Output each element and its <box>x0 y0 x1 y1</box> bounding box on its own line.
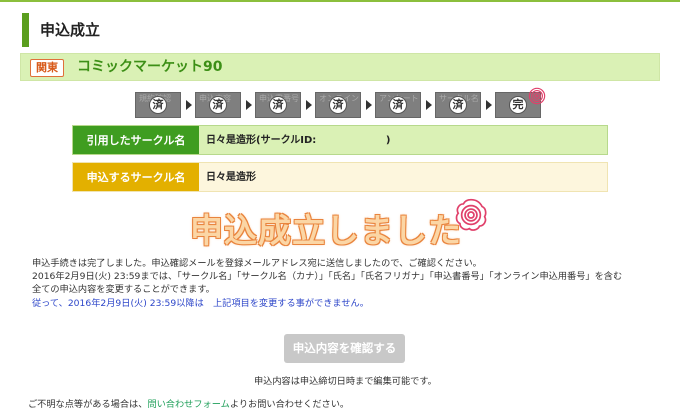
step-arrow-icon <box>186 100 192 110</box>
step-6: サークル名済 <box>435 92 481 118</box>
message-line-2: 2016年2月9日(火) 23:59までは、「サークル名」「サークル名（カナ）」… <box>32 271 623 282</box>
deadline-notice: 従って、2016年2月9日(火) 23:59以降は 上記項目を変更する事ができま… <box>32 298 369 309</box>
step-2-seal: 済 <box>209 96 227 114</box>
step-arrow-icon <box>366 100 372 110</box>
step-2: 申込内容済 <box>195 92 241 118</box>
event-name: コミックマーケット90 <box>77 59 223 75</box>
step-arrow-icon <box>246 100 252 110</box>
progress-steps: 規約確認済 申込内容済 申込書番号済 オンライン申込済 アンケート済 サークル名… <box>135 87 555 120</box>
step-3: 申込書番号済 <box>255 92 301 118</box>
event-bar: 関東 コミックマーケット90 <box>20 53 660 81</box>
flower-stamp-icon <box>528 87 546 105</box>
contact-text-after: よりお問い合わせください。 <box>229 399 350 410</box>
edit-note: 申込内容は申込締切日時まで編集可能です。 <box>254 376 437 387</box>
quoted-circle-label: 引用したサークル名 <box>73 126 199 154</box>
step-7-seal: 完 <box>509 96 527 114</box>
region-badge: 関東 <box>30 59 64 77</box>
step-3-seal: 済 <box>269 96 287 114</box>
step-5-seal: 済 <box>389 96 407 114</box>
step-arrow-icon <box>426 100 432 110</box>
page-title: 申込成立 <box>22 13 100 47</box>
flower-stamp-icon <box>455 198 487 231</box>
top-border <box>0 0 680 2</box>
confirm-application-button[interactable]: 申込内容を確認する <box>284 334 405 363</box>
applying-circle-label: 申込するサークル名 <box>73 163 199 191</box>
quoted-circle-row: 引用したサークル名 日々是造形(サークルID: ) <box>72 125 608 155</box>
quoted-circle-value: 日々是造形(サークルID: ) <box>206 135 391 146</box>
step-5: アンケート済 <box>375 92 421 118</box>
step-1-seal: 済 <box>149 96 167 114</box>
message-line-3: 全ての申込内容を変更することができます。 <box>32 284 215 295</box>
contact-line: ご不明な点等がある場合は、問い合わせフォームよりお問い合わせください。 <box>28 396 349 410</box>
step-arrow-icon <box>306 100 312 110</box>
message-line-1: 申込手続きは完了しました。申込確認メールを登録メールアドレス宛に送信しましたので… <box>32 258 482 269</box>
step-4: オンライン申込済 <box>315 92 361 118</box>
step-1: 規約確認済 <box>135 92 181 118</box>
step-6-seal: 済 <box>449 96 467 114</box>
completion-message: 申込成立しました <box>190 211 462 250</box>
contact-form-link[interactable]: 問い合わせフォーム <box>147 399 229 410</box>
step-4-seal: 済 <box>329 96 347 114</box>
applying-circle-row: 申込するサークル名 日々是造形 <box>72 162 608 192</box>
step-arrow-icon <box>486 100 492 110</box>
contact-text-before: ご不明な点等がある場合は、 <box>28 399 148 410</box>
applying-circle-value: 日々是造形 <box>206 172 256 183</box>
